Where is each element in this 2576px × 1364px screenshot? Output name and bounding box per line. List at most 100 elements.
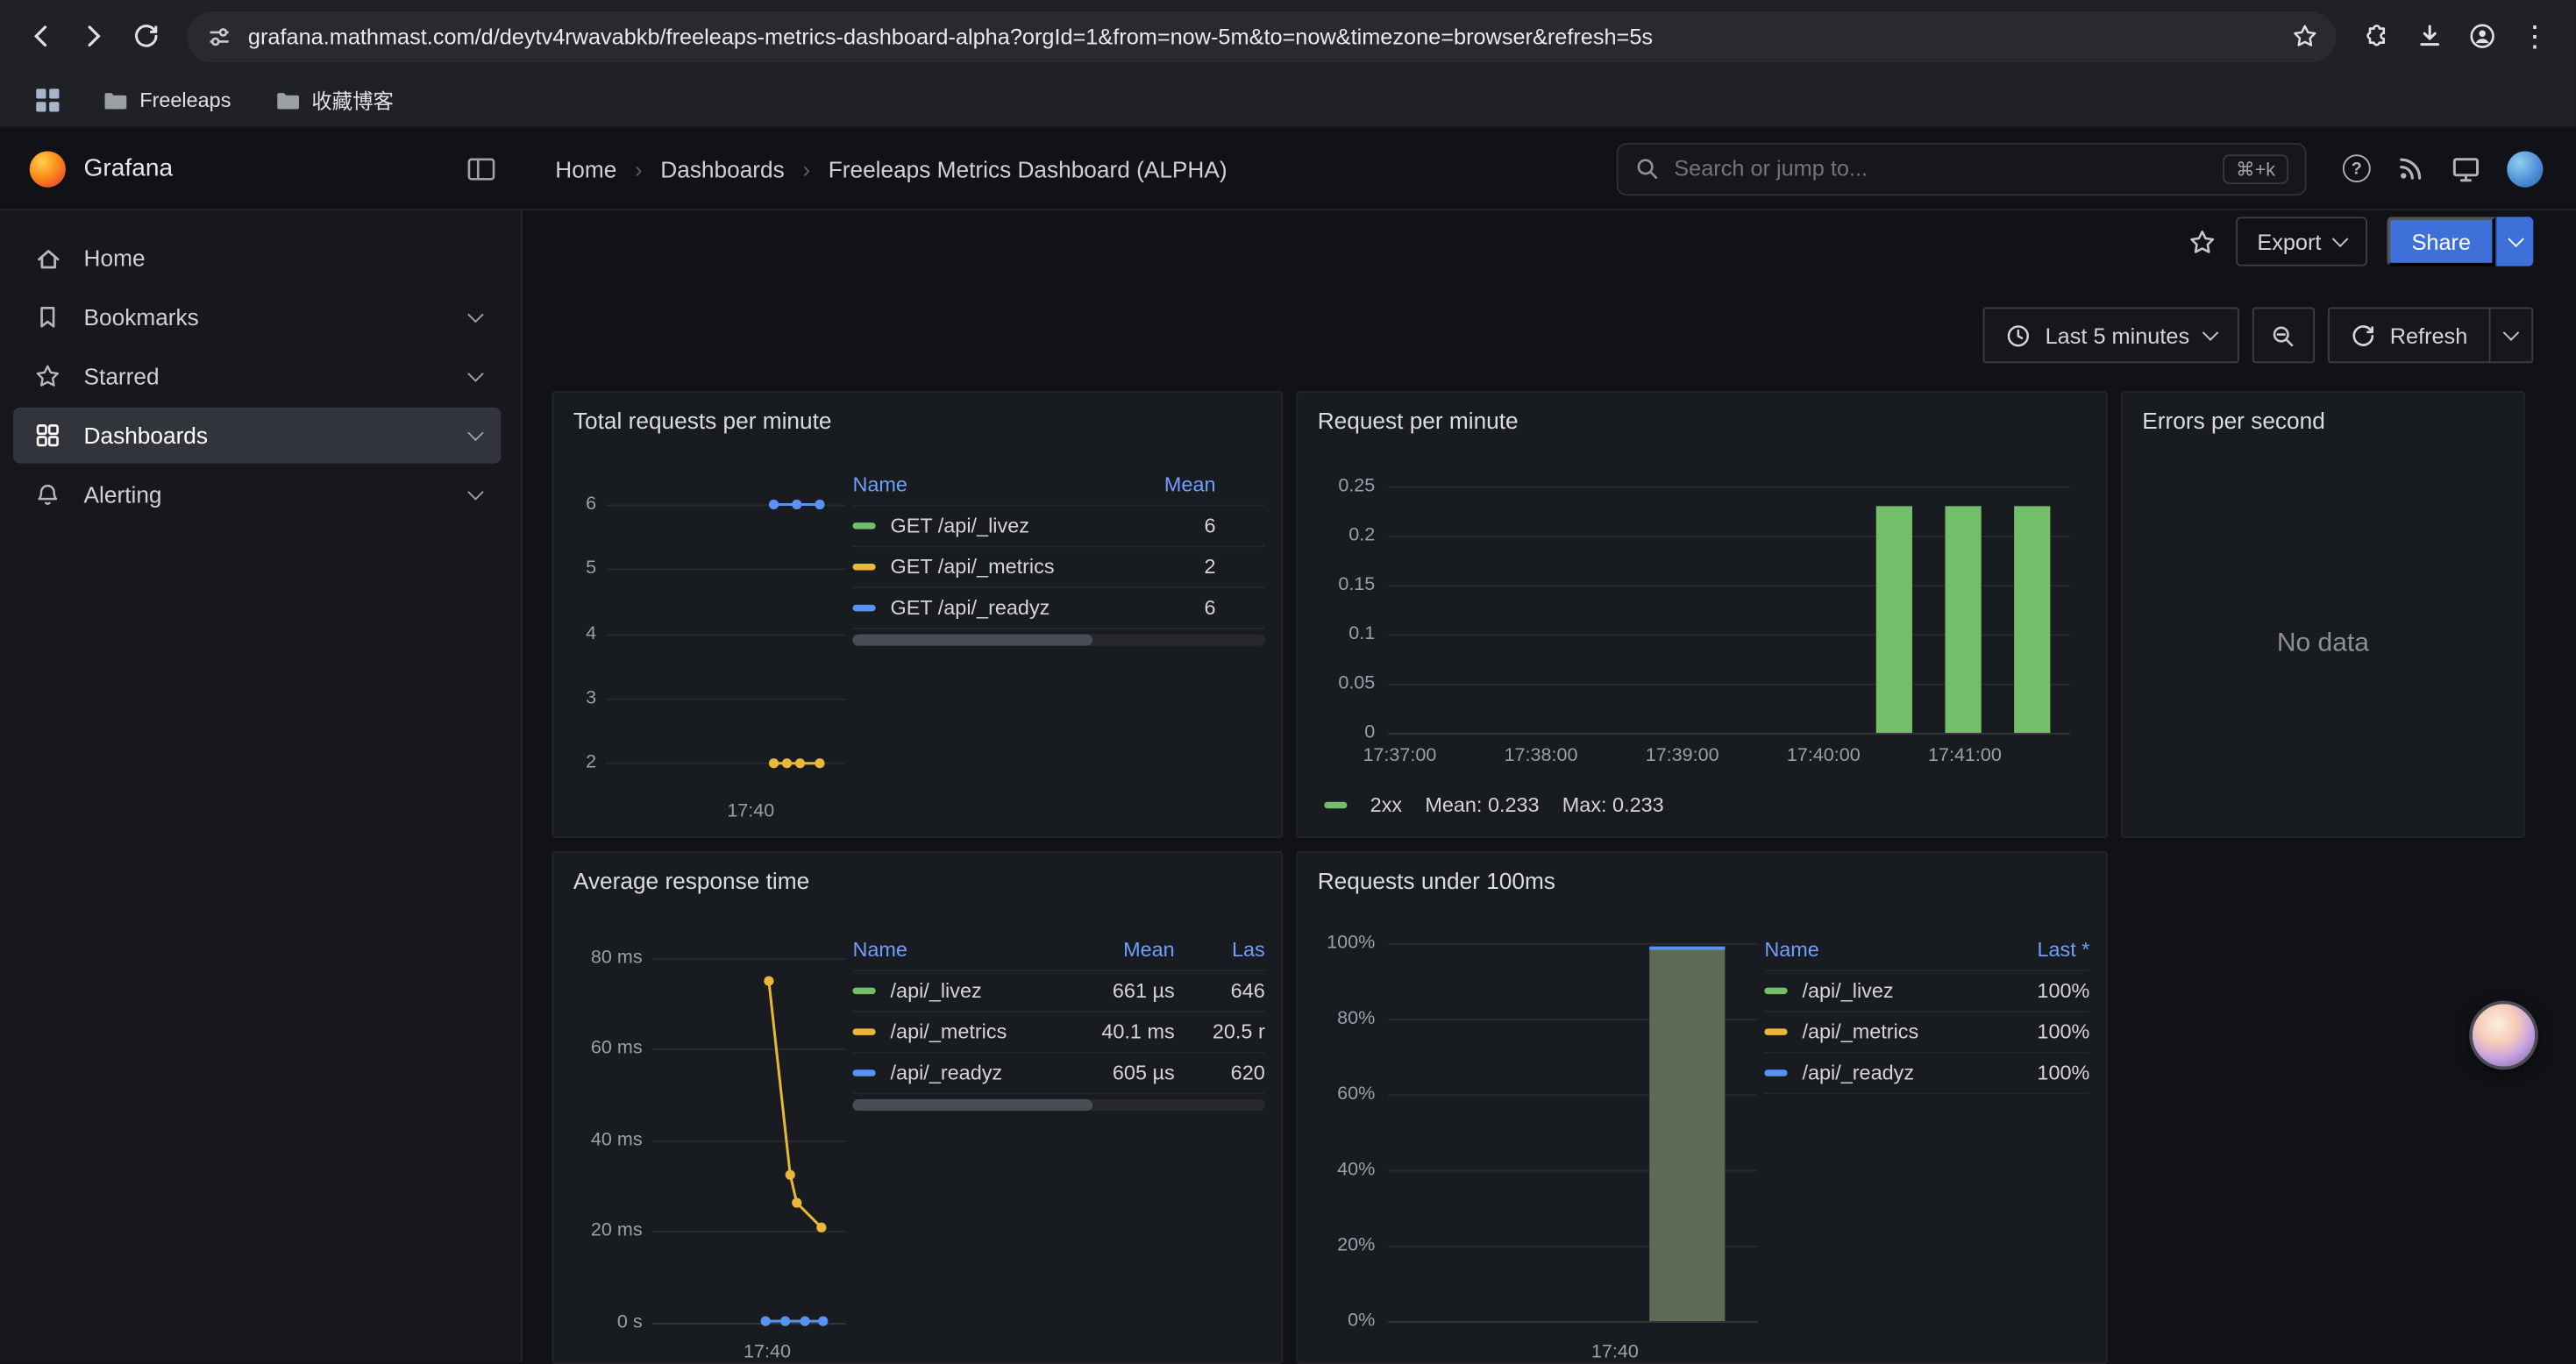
- y-tick: 5: [553, 558, 596, 579]
- share-dropdown-button[interactable]: [2495, 217, 2533, 266]
- bookmark-star-icon[interactable]: [2283, 15, 2326, 58]
- chevron-down-icon[interactable]: [467, 366, 484, 382]
- legend-row[interactable]: /api/_livez 661 µs 646: [852, 971, 1264, 1012]
- scrollbar-thumb[interactable]: [852, 635, 1092, 646]
- grafana-logo-icon[interactable]: [30, 151, 66, 187]
- legend-row[interactable]: GET /api/_livez 6: [852, 506, 1264, 547]
- series-name: /api/_livez: [1802, 979, 1999, 1002]
- panel-title[interactable]: Total requests per minute: [553, 393, 1281, 440]
- legend-row[interactable]: GET /api/_readyz 6: [852, 588, 1264, 629]
- chevron-down-icon: [2507, 231, 2523, 247]
- legend-row[interactable]: /api/_readyz 605 µs 620: [852, 1054, 1264, 1095]
- refresh-icon: [2351, 323, 2375, 347]
- sidebar-toggle-icon[interactable]: [466, 155, 496, 181]
- help-icon[interactable]: ?: [2343, 154, 2371, 182]
- time-range-picker[interactable]: Last 5 minutes: [1982, 308, 2238, 364]
- export-button[interactable]: Export: [2236, 217, 2367, 266]
- browser-toolbar: ⋮: [0, 0, 2576, 72]
- rss-icon[interactable]: [2397, 154, 2425, 182]
- series-name: GET /api/_metrics: [891, 556, 1114, 579]
- bookmark-label: 收藏博客: [311, 84, 394, 116]
- refresh-button[interactable]: Refresh: [2329, 309, 2488, 361]
- axis-baseline: [1388, 733, 2070, 735]
- monitor-icon[interactable]: [2451, 153, 2481, 183]
- legend-scrollbar[interactable]: [852, 635, 1264, 646]
- legend-col-mean[interactable]: Mean: [1073, 938, 1175, 961]
- legend-col-last[interactable]: Last *: [1999, 938, 2089, 961]
- panel-title[interactable]: Requests under 100ms: [1298, 853, 2106, 900]
- extensions-icon[interactable]: [2352, 11, 2402, 60]
- chevron-down-icon[interactable]: [467, 425, 484, 442]
- legend-row[interactable]: /api/_metrics 100%: [1764, 1012, 2089, 1054]
- favorite-star-icon[interactable]: [2188, 228, 2217, 256]
- forward-icon[interactable]: [69, 11, 118, 60]
- legend-col-name[interactable]: Name: [852, 938, 1072, 961]
- legend-table: Name Mean Las /api/_livez 661 µs 646 /ap…: [852, 930, 1264, 1094]
- y-tick: 4: [553, 624, 596, 645]
- legend-scrollbar[interactable]: [852, 1099, 1264, 1111]
- sidebar-item-bookmarks[interactable]: Bookmarks: [13, 289, 501, 345]
- site-info-icon[interactable]: [207, 24, 231, 48]
- downloads-icon[interactable]: [2405, 11, 2454, 60]
- chevron-down-icon[interactable]: [467, 484, 484, 501]
- search-icon: [1634, 156, 1659, 181]
- search-box[interactable]: ⌘+k: [1617, 142, 2307, 195]
- profile-avatar-icon[interactable]: [2458, 11, 2507, 60]
- grid-line: [1388, 487, 2070, 488]
- breadcrumb-dashboards[interactable]: Dashboards: [660, 155, 784, 181]
- grid-line: [652, 958, 846, 960]
- search-shortcut-kbd: ⌘+k: [2223, 153, 2288, 183]
- legend-row[interactable]: GET /api/_metrics 2: [852, 547, 1264, 588]
- search-input[interactable]: [1674, 156, 2208, 181]
- folder-icon: [274, 86, 300, 112]
- apps-grid-icon[interactable]: [23, 82, 72, 117]
- legend-row[interactable]: /api/_livez 100%: [1764, 971, 2089, 1012]
- panel-title[interactable]: Average response time: [553, 853, 1281, 900]
- breadcrumb: Home › Dashboards › Freeleaps Metrics Da…: [555, 155, 1227, 181]
- floating-avatar[interactable]: [2469, 1001, 2538, 1070]
- sidebar-item-alerting[interactable]: Alerting: [13, 466, 501, 522]
- legend-col-name[interactable]: Name: [1764, 938, 1999, 961]
- bar-2xx: [2014, 506, 2050, 733]
- chevron-down-icon[interactable]: [467, 307, 484, 323]
- series-name: /api/_livez: [891, 979, 1073, 1002]
- url-input[interactable]: [248, 24, 2284, 48]
- x-tick: 17:39:00: [1626, 746, 1738, 767]
- series-name[interactable]: 2xx: [1370, 793, 1402, 816]
- scrollbar-thumb[interactable]: [852, 1099, 1092, 1111]
- panel-title[interactable]: Errors per second: [2123, 393, 2523, 440]
- sidebar-item-dashboards[interactable]: Dashboards: [13, 408, 501, 464]
- star-icon: [32, 363, 62, 389]
- series-color-green: [852, 522, 875, 529]
- sidebar-item-label: Starred: [84, 363, 160, 389]
- legend-col-mean[interactable]: Mean: [1114, 473, 1215, 496]
- back-icon[interactable]: [17, 11, 66, 60]
- bookmark-folder-blogs[interactable]: 收藏博客: [260, 77, 407, 122]
- legend-row[interactable]: /api/_metrics 40.1 ms 20.5 r: [852, 1012, 1264, 1054]
- breadcrumb-separator: ›: [635, 155, 643, 181]
- sidebar-item-home[interactable]: Home: [13, 230, 501, 286]
- refresh-interval-dropdown[interactable]: [2489, 309, 2532, 361]
- axis-baseline: [1388, 1321, 1758, 1323]
- legend-col-name[interactable]: Name: [852, 473, 1114, 496]
- series-max: Max: 0.233: [1562, 793, 1664, 816]
- reload-icon[interactable]: [122, 11, 171, 60]
- series-last: 620: [1175, 1062, 1265, 1084]
- user-avatar[interactable]: [2507, 151, 2543, 187]
- y-tick: 60%: [1298, 1084, 1375, 1105]
- url-bar[interactable]: [188, 11, 2337, 61]
- series-mean: 40.1 ms: [1073, 1020, 1175, 1043]
- panel-total-requests: Total requests per minute 6 5 4 3 2 17:4…: [552, 391, 1284, 838]
- legend-col-last[interactable]: Las: [1175, 938, 1265, 961]
- share-button[interactable]: Share: [2387, 217, 2495, 266]
- sidebar-item-starred[interactable]: Starred: [13, 348, 501, 404]
- x-tick: 17:37:00: [1344, 746, 1455, 767]
- panel-title[interactable]: Request per minute: [1298, 393, 2106, 440]
- chevron-down-icon: [2503, 324, 2520, 341]
- bookmark-folder-freeleaps[interactable]: Freeleaps: [89, 80, 244, 119]
- breadcrumb-home[interactable]: Home: [555, 155, 616, 181]
- zoom-out-button[interactable]: [2252, 308, 2314, 364]
- legend-row[interactable]: /api/_readyz 100%: [1764, 1054, 2089, 1095]
- y-tick: 2: [553, 753, 596, 774]
- browser-menu-icon[interactable]: ⋮: [2510, 11, 2559, 60]
